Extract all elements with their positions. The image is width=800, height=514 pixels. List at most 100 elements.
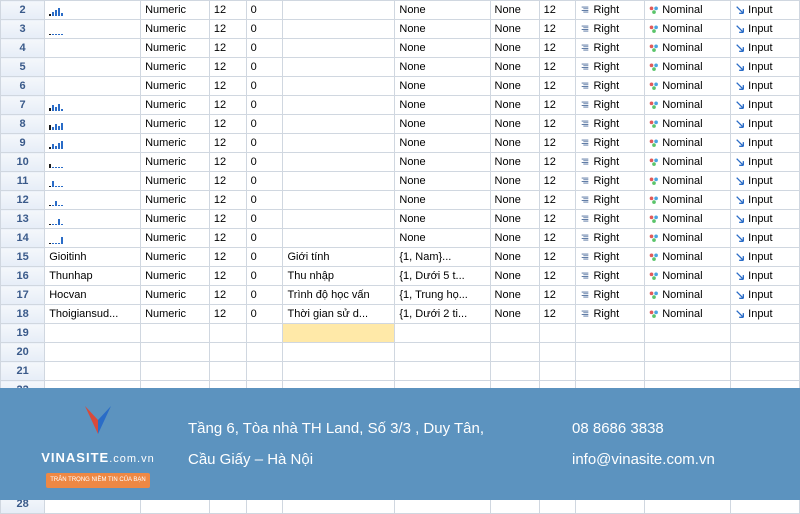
cell-type[interactable]: Numeric xyxy=(141,20,210,39)
cell-name[interactable] xyxy=(45,39,141,58)
cell-measure[interactable]: Nominal xyxy=(645,191,731,210)
cell-columns[interactable]: 12 xyxy=(539,267,576,286)
cell-values[interactable]: None xyxy=(395,153,490,172)
row-number[interactable]: 20 xyxy=(1,343,45,362)
table-row[interactable]: 17HocvanNumeric120Trình độ học vấn{1, Tr… xyxy=(1,286,800,305)
cell-width[interactable]: 12 xyxy=(209,153,246,172)
table-row[interactable]: 16ThunhapNumeric120Thu nhập{1, Dưới 5 t.… xyxy=(1,267,800,286)
cell-values[interactable]: None xyxy=(395,96,490,115)
row-number[interactable]: 14 xyxy=(1,229,45,248)
cell-label[interactable]: Thời gian sử d... xyxy=(283,305,395,324)
cell-align[interactable]: Right xyxy=(576,305,645,324)
cell-missing[interactable]: None xyxy=(490,39,539,58)
cell-role[interactable]: Input xyxy=(731,191,800,210)
row-number[interactable]: 15 xyxy=(1,248,45,267)
cell-columns[interactable]: 12 xyxy=(539,58,576,77)
cell-columns[interactable]: 12 xyxy=(539,115,576,134)
table-row[interactable]: 13Numeric120NoneNone12RightNominalInput xyxy=(1,210,800,229)
cell-width[interactable]: 12 xyxy=(209,286,246,305)
cell-name[interactable] xyxy=(45,172,141,191)
row-number[interactable]: 10 xyxy=(1,153,45,172)
cell-missing[interactable]: None xyxy=(490,229,539,248)
cell-measure[interactable]: Nominal xyxy=(645,77,731,96)
cell-type[interactable]: Numeric xyxy=(141,286,210,305)
table-row[interactable]: 11Numeric120NoneNone12RightNominalInput xyxy=(1,172,800,191)
cell-columns[interactable]: 12 xyxy=(539,77,576,96)
cell-align[interactable]: Right xyxy=(576,172,645,191)
cell-label[interactable] xyxy=(283,20,395,39)
cell-type[interactable]: Numeric xyxy=(141,305,210,324)
cell-missing[interactable]: None xyxy=(490,210,539,229)
cell-align[interactable]: Right xyxy=(576,229,645,248)
cell-type[interactable]: Numeric xyxy=(141,58,210,77)
cell-measure[interactable]: Nominal xyxy=(645,134,731,153)
cell-columns[interactable]: 12 xyxy=(539,1,576,20)
cell-columns[interactable]: 12 xyxy=(539,286,576,305)
cell-missing[interactable]: None xyxy=(490,248,539,267)
cell-decimals[interactable]: 0 xyxy=(246,191,283,210)
cell-role[interactable]: Input xyxy=(731,96,800,115)
cell-align[interactable]: Right xyxy=(576,1,645,20)
cell-role[interactable]: Input xyxy=(731,172,800,191)
cell-decimals[interactable]: 0 xyxy=(246,58,283,77)
row-number[interactable]: 2 xyxy=(1,1,45,20)
cell-decimals[interactable]: 0 xyxy=(246,77,283,96)
table-row[interactable]: 8Numeric120NoneNone12RightNominalInput xyxy=(1,115,800,134)
cell-decimals[interactable]: 0 xyxy=(246,229,283,248)
cell-width[interactable]: 12 xyxy=(209,1,246,20)
cell-columns[interactable]: 12 xyxy=(539,248,576,267)
cell-label[interactable] xyxy=(283,58,395,77)
cell-role[interactable]: Input xyxy=(731,153,800,172)
cell-measure[interactable]: Nominal xyxy=(645,172,731,191)
cell-measure[interactable]: Nominal xyxy=(645,58,731,77)
cell-role[interactable]: Input xyxy=(731,267,800,286)
cell-role[interactable]: Input xyxy=(731,39,800,58)
cell-role[interactable]: Input xyxy=(731,229,800,248)
row-number[interactable]: 9 xyxy=(1,134,45,153)
cell-label[interactable] xyxy=(283,172,395,191)
cell-missing[interactable]: None xyxy=(490,20,539,39)
cell-values[interactable]: None xyxy=(395,210,490,229)
cell-width[interactable]: 12 xyxy=(209,77,246,96)
cell-values[interactable]: None xyxy=(395,39,490,58)
cell-role[interactable]: Input xyxy=(731,210,800,229)
table-row[interactable]: 2Numeric120NoneNone12RightNominalInput xyxy=(1,1,800,20)
cell-decimals[interactable]: 0 xyxy=(246,39,283,58)
cell-missing[interactable]: None xyxy=(490,115,539,134)
cell-decimals[interactable]: 0 xyxy=(246,153,283,172)
cell-align[interactable]: Right xyxy=(576,210,645,229)
cell-align[interactable]: Right xyxy=(576,96,645,115)
cell-label[interactable]: Giới tính xyxy=(283,248,395,267)
cell-name[interactable] xyxy=(45,1,141,20)
cell-missing[interactable]: None xyxy=(490,58,539,77)
cell-label[interactable] xyxy=(283,191,395,210)
cell-decimals[interactable]: 0 xyxy=(246,286,283,305)
cell-name[interactable] xyxy=(45,115,141,134)
cell-width[interactable]: 12 xyxy=(209,229,246,248)
cell-missing[interactable]: None xyxy=(490,191,539,210)
cell-missing[interactable]: None xyxy=(490,305,539,324)
cell-missing[interactable]: None xyxy=(490,267,539,286)
table-row[interactable]: 18Thoigiansud...Numeric120Thời gian sử d… xyxy=(1,305,800,324)
cell-columns[interactable]: 12 xyxy=(539,20,576,39)
cell-decimals[interactable]: 0 xyxy=(246,134,283,153)
cell-align[interactable]: Right xyxy=(576,248,645,267)
cell-role[interactable]: Input xyxy=(731,305,800,324)
row-number[interactable]: 13 xyxy=(1,210,45,229)
cell-type[interactable]: Numeric xyxy=(141,172,210,191)
cell-measure[interactable]: Nominal xyxy=(645,20,731,39)
row-number[interactable]: 8 xyxy=(1,115,45,134)
cell-values[interactable]: None xyxy=(395,58,490,77)
row-number[interactable]: 6 xyxy=(1,77,45,96)
cell-type[interactable]: Numeric xyxy=(141,229,210,248)
cell-width[interactable]: 12 xyxy=(209,20,246,39)
cell-values[interactable]: {1, Nam}... xyxy=(395,248,490,267)
cell-missing[interactable]: None xyxy=(490,153,539,172)
cell-type[interactable]: Numeric xyxy=(141,134,210,153)
cell-align[interactable]: Right xyxy=(576,267,645,286)
cell-role[interactable]: Input xyxy=(731,20,800,39)
cell-missing[interactable]: None xyxy=(490,172,539,191)
cell-values[interactable]: None xyxy=(395,172,490,191)
cell-missing[interactable]: None xyxy=(490,96,539,115)
cell-name[interactable] xyxy=(45,229,141,248)
